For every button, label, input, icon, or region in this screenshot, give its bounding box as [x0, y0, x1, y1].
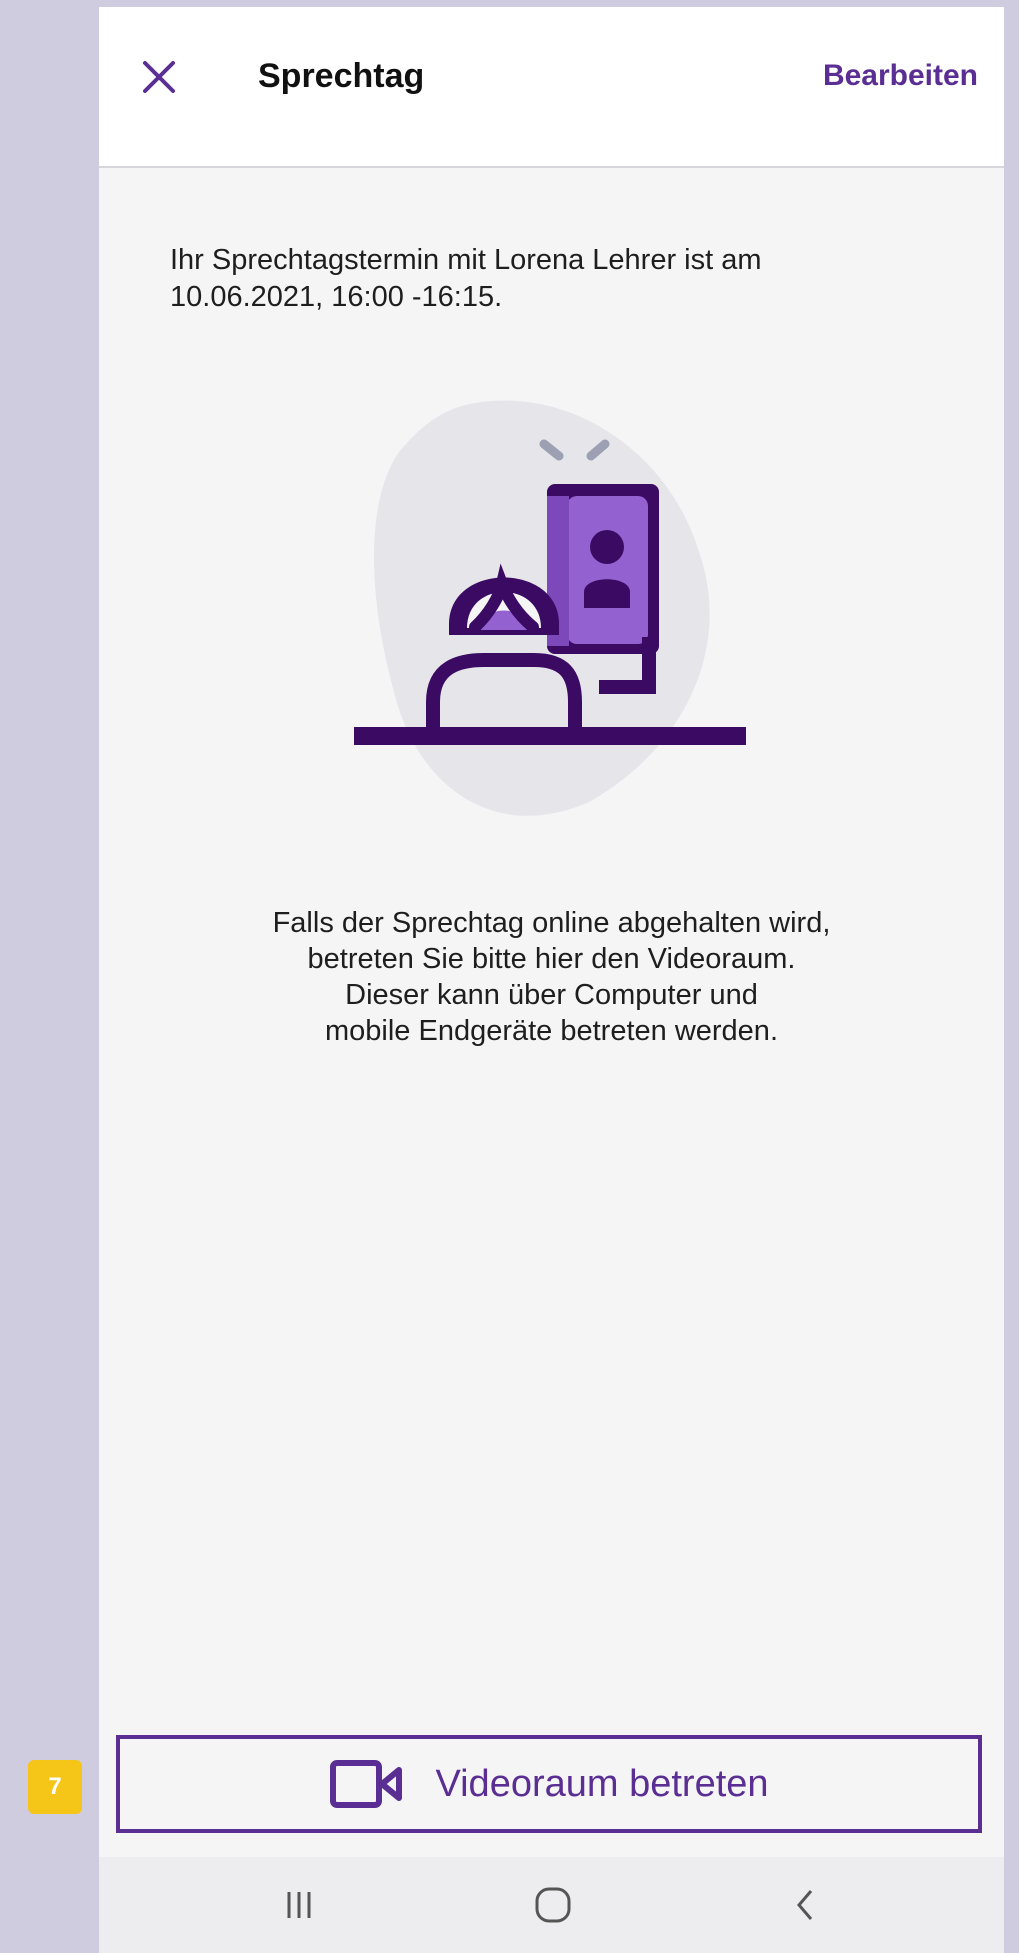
info-line: mobile Endgeräte betreten werden.	[324, 1015, 778, 1047]
phone-screen	[567, 496, 648, 644]
join-video-room-label: Videoraum betreten	[435, 1762, 769, 1805]
info-line: betreten Sie bitte hier den Videoraum.	[307, 943, 796, 975]
info-line: Dieser kann über Computer und	[345, 979, 758, 1011]
video-camera-icon	[329, 1758, 405, 1810]
contact-body	[584, 579, 630, 608]
join-video-room-button[interactable]: Videoraum betreten	[116, 1735, 982, 1833]
contact-head	[590, 530, 624, 564]
appointment-text: Ihr Sprechtagstermin mit Lorena Lehrer i…	[170, 244, 762, 313]
recent-apps-icon	[287, 1892, 311, 1918]
back-icon	[797, 1890, 813, 1920]
desk-line	[354, 727, 746, 745]
system-navigation-bar	[99, 1857, 1004, 1953]
recent-apps-button[interactable]	[269, 1875, 329, 1935]
close-icon	[143, 61, 175, 93]
info-line: Falls der Sprechtag online abgehalten wi…	[272, 907, 831, 939]
edit-button[interactable]: Bearbeiten	[823, 59, 978, 93]
home-icon	[535, 1887, 571, 1923]
video-call-illustration-icon	[354, 400, 746, 816]
app-screen: Sprechtag Bearbeiten Ihr Sprechtagstermi…	[99, 7, 1004, 1953]
home-button[interactable]	[523, 1875, 583, 1935]
info-text: Falls der Sprechtag online abgehalten wi…	[139, 905, 964, 1049]
page-title: Sprechtag	[258, 57, 425, 95]
top-app-bar: Sprechtag Bearbeiten	[99, 7, 1004, 168]
back-button[interactable]	[776, 1875, 836, 1935]
close-button[interactable]	[137, 55, 181, 99]
step-badge: 7	[28, 1760, 82, 1814]
